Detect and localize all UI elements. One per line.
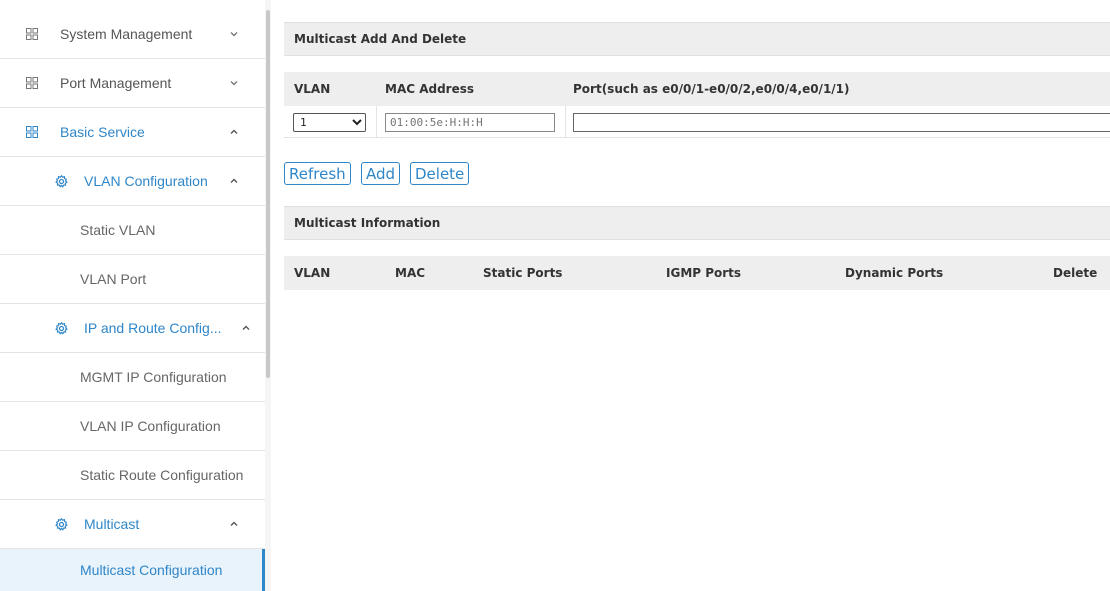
sidebar-item-vlan-configuration[interactable]: VLAN Configuration — [0, 157, 265, 206]
column-header-vlan: VLAN — [294, 266, 331, 280]
multicast-info-table-header: VLAN MAC Static Ports IGMP Ports Dynamic… — [284, 256, 1110, 290]
sidebar-scrollbar-thumb[interactable] — [266, 10, 270, 378]
section-title-add-delete: Multicast Add And Delete — [284, 22, 1110, 56]
chevron-up-icon — [241, 323, 251, 333]
grid-icon — [26, 126, 38, 138]
sidebar-item-static-route-configuration[interactable]: Static Route Configuration — [0, 451, 265, 500]
sidebar-item-system-management[interactable]: System Management — [0, 10, 265, 59]
sidebar-item-ip-route-config[interactable]: IP and Route Config... — [0, 304, 265, 353]
column-header-port: Port(such as e0/0/1-e0/0/2,e0/0/4,e0/1/1… — [573, 82, 850, 96]
column-divider — [565, 106, 566, 137]
section-title: Multicast Add And Delete — [294, 32, 467, 46]
section-title-information: Multicast Information — [284, 206, 1110, 240]
main-content: Multicast Add And Delete VLAN MAC Addres… — [284, 10, 1110, 591]
chevron-up-icon — [229, 176, 239, 186]
column-header-delete: Delete — [1053, 266, 1098, 280]
column-header-static-ports: Static Ports — [483, 266, 563, 280]
sidebar-item-label: VLAN IP Configuration — [80, 418, 221, 434]
column-header-vlan: VLAN — [294, 82, 331, 96]
mac-address-input[interactable] — [385, 113, 555, 132]
sidebar-item-label: Multicast Configuration — [80, 562, 223, 578]
sidebar-item-mgmt-ip-configuration[interactable]: MGMT IP Configuration — [0, 353, 265, 402]
sidebar-item-label: VLAN Port — [80, 271, 147, 287]
add-delete-table-header: VLAN MAC Address Port(such as e0/0/1-e0/… — [284, 72, 1110, 106]
column-header-dynamic-ports: Dynamic Ports — [845, 266, 944, 280]
column-header-igmp-ports: IGMP Ports — [666, 266, 742, 280]
vlan-select[interactable]: 1 — [293, 113, 366, 132]
column-divider — [376, 106, 377, 137]
sidebar-item-label: IP and Route Config... — [84, 320, 222, 336]
sidebar-item-label: MGMT IP Configuration — [80, 369, 227, 385]
sidebar-item-basic-service[interactable]: Basic Service — [0, 108, 265, 157]
chevron-down-icon — [229, 29, 239, 39]
gear-icon — [55, 174, 68, 188]
gear-icon — [55, 517, 68, 531]
sidebar: System Management Port Management Basic … — [0, 0, 265, 591]
chevron-down-icon — [229, 78, 239, 88]
sidebar-item-vlan-port[interactable]: VLAN Port — [0, 255, 265, 304]
grid-icon — [26, 77, 38, 89]
section-title: Multicast Information — [294, 216, 441, 230]
sidebar-item-port-management[interactable]: Port Management — [0, 59, 265, 108]
column-header-mac-address: MAC Address — [385, 82, 475, 96]
gear-icon — [55, 321, 68, 335]
refresh-button[interactable]: Refresh — [284, 162, 351, 185]
grid-icon — [26, 28, 38, 40]
add-delete-input-row: 1 — [284, 106, 1110, 138]
port-input[interactable] — [573, 113, 1110, 132]
sidebar-item-label: Static VLAN — [80, 222, 156, 238]
column-header-mac: MAC — [395, 266, 426, 280]
add-button[interactable]: Add — [361, 162, 401, 185]
sidebar-item-vlan-ip-configuration[interactable]: VLAN IP Configuration — [0, 402, 265, 451]
delete-button[interactable]: Delete — [410, 162, 470, 185]
sidebar-item-multicast[interactable]: Multicast — [0, 500, 265, 549]
sidebar-item-multicast-configuration[interactable]: Multicast Configuration — [0, 549, 265, 591]
chevron-up-icon — [229, 127, 239, 137]
chevron-up-icon — [229, 519, 239, 529]
sidebar-item-label: Static Route Configuration — [80, 467, 244, 483]
sidebar-item-static-vlan[interactable]: Static VLAN — [0, 206, 265, 255]
